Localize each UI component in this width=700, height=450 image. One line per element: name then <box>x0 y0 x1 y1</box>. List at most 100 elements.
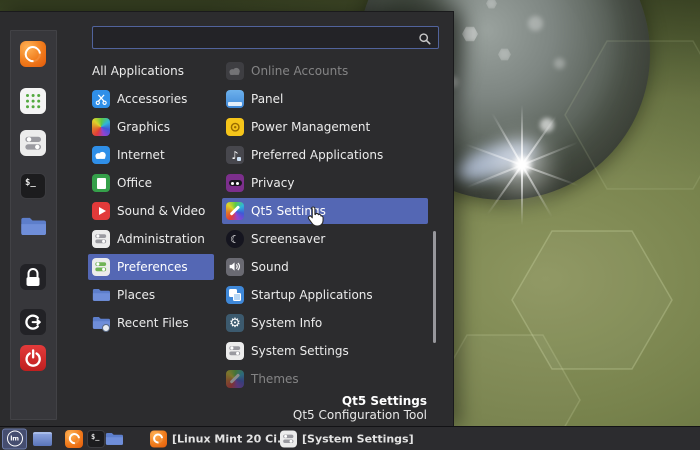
app-qt5-settings[interactable]: Qt5 Settings <box>222 198 428 224</box>
app-online-accounts[interactable]: Online Accounts <box>222 58 428 84</box>
app-privacy[interactable]: Privacy <box>222 170 428 196</box>
desktop: $_ All Applications Accessories Graphics In… <box>0 0 700 450</box>
category-sound-video[interactable]: Sound & Video <box>88 198 214 224</box>
toggles-green-icon <box>92 258 110 276</box>
app-label: Online Accounts <box>251 64 349 78</box>
terminal-icon: $_ <box>20 173 46 199</box>
app-power-management[interactable]: Power Management <box>222 114 428 140</box>
sidebar-terminal-button[interactable]: $_ <box>20 173 46 199</box>
folder-icon <box>20 213 46 239</box>
app-preferred-applications[interactable]: ♪ Preferred Applications <box>222 142 428 168</box>
category-internet[interactable]: Internet <box>88 142 214 168</box>
qt5brush-icon <box>226 202 244 220</box>
search-box[interactable] <box>92 26 439 49</box>
toggles-gray-icon <box>280 430 297 447</box>
taskbar-files-launcher[interactable] <box>105 430 123 448</box>
prefapps-icon: ♪ <box>226 146 244 164</box>
logout-icon <box>20 309 46 335</box>
folder-clock-icon <box>92 314 110 332</box>
taskbar: lm $_ [Linux Mint 20 Ci... [System Settin… <box>0 426 700 450</box>
category-label: Office <box>117 176 153 190</box>
app-label: Preferred Applications <box>251 148 384 162</box>
window-button-system-settings[interactable]: [System Settings] <box>280 430 414 447</box>
app-system-settings[interactable]: System Settings <box>222 338 428 364</box>
toggles-gray-icon <box>20 130 46 156</box>
toggles-gray-icon <box>226 342 244 360</box>
play-icon <box>92 202 110 220</box>
selected-app-caption: Qt5 Settings Qt5 Configuration Tool <box>293 394 427 422</box>
cloudblue-icon <box>92 146 110 164</box>
screensaver-icon: ☾ <box>226 230 244 248</box>
category-label: Preferences <box>117 260 188 274</box>
category-label: Places <box>117 288 156 302</box>
app-label: System Settings <box>251 344 349 358</box>
window-button-linux-mint-20-ci[interactable]: [Linux Mint 20 Ci... <box>150 430 290 447</box>
app-panel[interactable]: Panel <box>222 86 428 112</box>
terminal-icon: $_ <box>87 429 105 448</box>
app-label: Power Management <box>251 120 371 134</box>
window-title: [System Settings] <box>302 432 414 445</box>
app-label: Screensaver <box>251 232 326 246</box>
app-label: Startup Applications <box>251 288 373 302</box>
app-label: Themes <box>251 372 299 386</box>
rainbow-icon <box>92 118 110 136</box>
app-startup-applications[interactable]: Startup Applications <box>222 282 428 308</box>
category-office[interactable]: Office <box>88 170 214 196</box>
mint-menu-button[interactable]: lm <box>2 428 27 449</box>
folder-icon <box>105 430 123 448</box>
app-themes[interactable]: Themes <box>222 366 428 392</box>
selected-app-name: Qt5 Settings <box>341 394 427 408</box>
firefox-icon <box>20 41 46 67</box>
sidebar-firefox-button[interactable] <box>20 41 46 67</box>
category-label: Internet <box>117 148 165 162</box>
app-sound[interactable]: Sound <box>222 254 428 280</box>
sidebar-log-out-button[interactable] <box>20 309 46 335</box>
app-label: Privacy <box>251 176 295 190</box>
category-accessories[interactable]: Accessories <box>88 86 214 112</box>
power-icon <box>20 345 46 371</box>
sysinfo-icon: ⚙ <box>226 314 244 332</box>
category-graphics[interactable]: Graphics <box>88 114 214 140</box>
category-administration[interactable]: Administration <box>88 226 214 252</box>
firefox-icon <box>65 429 83 448</box>
sidebar-files-button[interactable] <box>20 213 46 239</box>
mint-menu-popup: $_ All Applications Accessories Graphics In… <box>0 11 454 426</box>
category-label: Accessories <box>117 92 188 106</box>
sidebar-lock-screen-button[interactable] <box>20 264 46 290</box>
privacy-icon <box>226 174 244 192</box>
category-preferences[interactable]: Preferences <box>88 254 214 280</box>
app-label: System Info <box>251 316 323 330</box>
window-title: [Linux Mint 20 Ci... <box>172 432 290 445</box>
sidebar-system-settings-button[interactable] <box>20 130 46 156</box>
app-system-info[interactable]: ⚙ System Info <box>222 310 428 336</box>
app-screensaver[interactable]: ☾ Screensaver <box>222 226 428 252</box>
search-icon <box>418 31 432 45</box>
scissors-icon <box>92 90 110 108</box>
category-label: Sound & Video <box>117 204 206 218</box>
category-all-applications[interactable]: All Applications <box>88 58 214 84</box>
toggles-gray-icon <box>92 230 110 248</box>
taskbar-show-desktop-launcher[interactable] <box>33 431 52 446</box>
startup-icon <box>226 286 244 304</box>
category-label: Administration <box>117 232 205 246</box>
sound-icon <box>226 258 244 276</box>
favorites-sidebar: $_ <box>10 30 57 420</box>
appgrid-icon <box>20 88 46 114</box>
firefox-icon <box>150 430 167 447</box>
taskbar-firefox-launcher[interactable] <box>65 429 83 448</box>
app-list-scrollbar[interactable] <box>433 231 436 343</box>
category-label: Graphics <box>117 120 170 134</box>
powermgmt-icon <box>226 118 244 136</box>
app-label: Panel <box>251 92 284 106</box>
office-icon <box>92 174 110 192</box>
search-input[interactable] <box>93 30 418 45</box>
sidebar-applications-grid-button[interactable] <box>20 88 46 114</box>
mint-logo-icon: lm <box>6 430 24 448</box>
sidebar-shut-down-button[interactable] <box>20 345 46 371</box>
selected-app-description: Qt5 Configuration Tool <box>292 408 427 422</box>
qt5brush-icon <box>226 370 244 388</box>
category-recent-files[interactable]: Recent Files <box>88 310 214 336</box>
category-places[interactable]: Places <box>88 282 214 308</box>
hand-cursor <box>303 205 325 229</box>
taskbar-terminal-launcher[interactable]: $_ <box>87 429 105 448</box>
